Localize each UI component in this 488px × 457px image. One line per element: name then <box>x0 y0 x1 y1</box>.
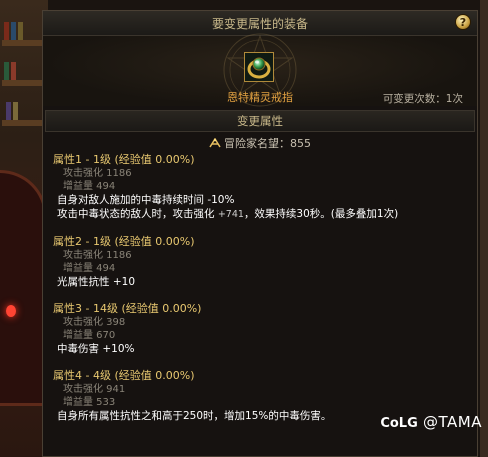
property-stat: 攻击强化 1186 <box>63 168 132 179</box>
panel-title: 要变更属性的装备 <box>211 16 308 31</box>
section-title: 变更属性 <box>237 114 283 128</box>
red-lamp <box>6 305 16 317</box>
effect-value: +741 <box>217 209 244 220</box>
doorway-arch <box>0 170 47 406</box>
property-stat: 增益量 670 <box>63 330 116 341</box>
book <box>11 22 16 40</box>
property-effect: 光属性抗性 +10 <box>53 275 467 289</box>
property-group-1: 属性1 - 1级 (经验值 0.00%) 攻击强化 1186 增益量 494 自… <box>53 153 467 222</box>
equipment-slot[interactable] <box>244 52 274 82</box>
watermark-logo: CoLG <box>380 416 418 431</box>
effect-text: 自身对敌人施加的中毒持续时间 -10% <box>57 194 235 206</box>
property-stat: 增益量 494 <box>63 181 116 192</box>
book <box>4 22 9 40</box>
watermark-text: @TAMA <box>423 413 482 431</box>
bookshelf-shelf <box>2 120 42 126</box>
property-title: 属性4 - 4级 (经验值 0.00%) <box>53 369 195 382</box>
property-group-3: 属性3 - 14级 (经验值 0.00%) 攻击强化 398 增益量 670 中… <box>53 302 467 356</box>
property-effect: 中毒伤害 +10% <box>53 342 467 356</box>
fame-icon <box>209 138 221 148</box>
effect-text: 攻击中毒状态的敌人时，攻击强化 <box>57 208 218 220</box>
property-stat: 增益量 494 <box>63 263 116 274</box>
background-scene <box>0 0 48 457</box>
section-header: 变更属性 <box>45 110 475 132</box>
book <box>13 102 18 120</box>
effect-text: 光属性抗性 +10 <box>57 276 135 288</box>
change-count: 可变更次数：1次 <box>382 93 463 105</box>
equipment-attribute-panel: 要变更属性的装备 ? 恩特精灵戒指 可变更次数：1次 变更属性 冒险家名望：85… <box>42 10 478 457</box>
book <box>6 102 11 120</box>
property-title: 属性2 - 1级 (经验值 0.00%) <box>53 235 195 248</box>
property-stat: 增益量 533 <box>63 397 116 408</box>
property-effect: 攻击中毒状态的敌人时，攻击强化 +741，效果持续30秒。(最多叠加1次) <box>53 207 467 222</box>
help-button[interactable]: ? <box>455 14 471 30</box>
attribute-list: 冒险家名望：855 属性1 - 1级 (经验值 0.00%) 攻击强化 1186… <box>43 135 477 456</box>
ring-icon <box>245 53 273 81</box>
property-stat: 攻击强化 1186 <box>63 250 132 261</box>
property-stat: 攻击强化 941 <box>63 384 126 395</box>
equipment-display: 恩特精灵戒指 可变更次数：1次 <box>43 33 477 107</box>
adventurer-fame: 冒险家名望：855 <box>53 135 467 151</box>
watermark: CoLG @TAMA <box>380 413 482 431</box>
bookshelf-shelf <box>2 40 42 46</box>
property-effect: 自身对敌人施加的中毒持续时间 -10% <box>53 193 467 207</box>
property-stat: 攻击强化 398 <box>63 317 126 328</box>
property-group-2: 属性2 - 1级 (经验值 0.00%) 攻击强化 1186 增益量 494 光… <box>53 235 467 289</box>
property-title: 属性1 - 1级 (经验值 0.00%) <box>53 153 195 166</box>
book <box>4 62 9 80</box>
effect-text: ，效果持续30秒。(最多叠加1次) <box>243 208 399 220</box>
bookshelf-shelf <box>2 80 42 86</box>
effect-text: 中毒伤害 +10% <box>57 343 135 355</box>
fame-text: 冒险家名望：855 <box>224 137 311 150</box>
property-title: 属性3 - 14级 (经验值 0.00%) <box>53 302 202 315</box>
book <box>11 62 16 80</box>
background-right-edge <box>480 0 488 457</box>
book <box>18 22 23 40</box>
effect-text: 自身所有属性抗性之和高于250时，增加15%的中毒伤害。 <box>57 410 332 422</box>
